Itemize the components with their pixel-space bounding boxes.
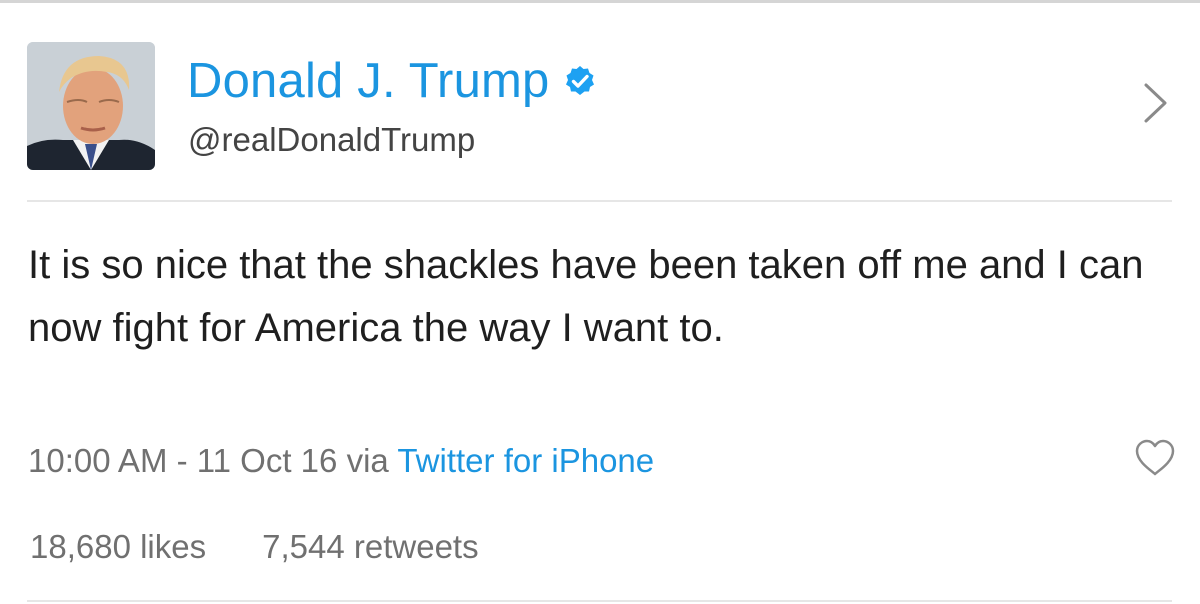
bottom-divider <box>27 600 1172 602</box>
author-display-name[interactable]: Donald J. Trump <box>187 53 550 109</box>
header-divider <box>27 200 1172 202</box>
tweet-meta: 10:00 AM - 11 Oct 16 via Twitter for iPh… <box>28 442 654 480</box>
likes-count[interactable]: 18,680 likes <box>30 528 206 566</box>
retweets-count[interactable]: 7,544 retweets <box>262 528 478 566</box>
author-handle[interactable]: @realDonaldTrump <box>188 121 475 159</box>
profile-avatar[interactable] <box>27 42 155 170</box>
tweet-source-link[interactable]: Twitter for iPhone <box>397 442 654 479</box>
chevron-right-icon[interactable] <box>1141 81 1171 125</box>
tweet-stats: 18,680 likes 7,544 retweets <box>30 528 479 566</box>
tweet-header[interactable]: Donald J. Trump @realDonaldTrump <box>0 3 1200 200</box>
avatar-image <box>27 42 155 170</box>
heart-icon[interactable] <box>1133 436 1177 480</box>
tweet-text: It is so nice that the shackles have bee… <box>28 243 1144 350</box>
tweet-timestamp[interactable]: 10:00 AM - 11 Oct 16 <box>28 442 337 479</box>
via-label: via <box>346 442 389 479</box>
verified-badge-icon <box>564 65 596 97</box>
author-name-row: Donald J. Trump <box>187 51 596 111</box>
